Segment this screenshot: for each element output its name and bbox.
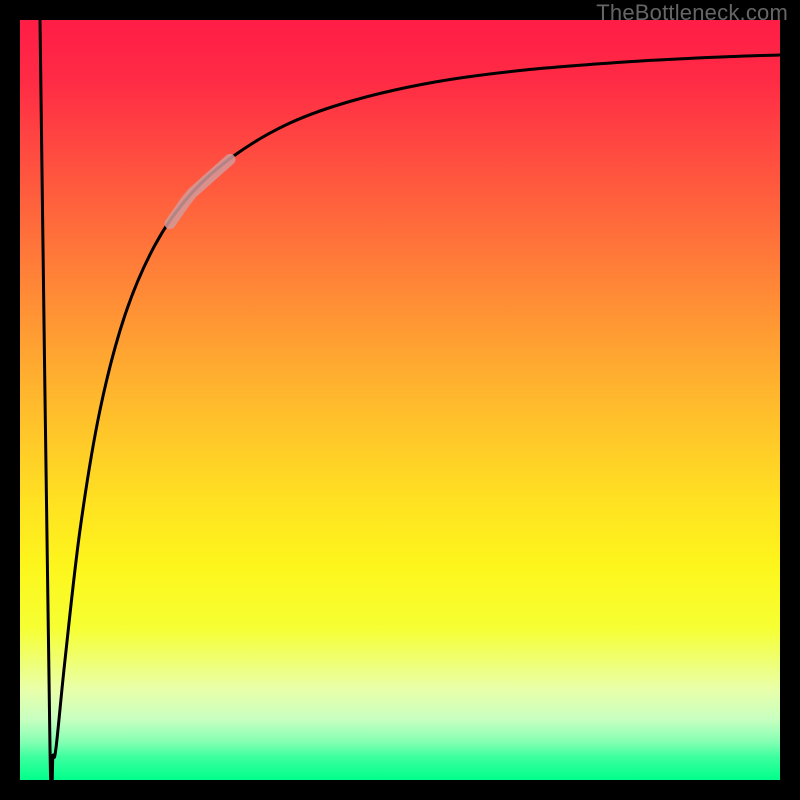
curve-svg: [20, 20, 780, 780]
bottleneck-curve: [40, 20, 780, 780]
curve-highlight-segment: [170, 159, 230, 223]
plot-area: [20, 20, 780, 780]
chart-frame: TheBottleneck.com: [0, 0, 800, 800]
